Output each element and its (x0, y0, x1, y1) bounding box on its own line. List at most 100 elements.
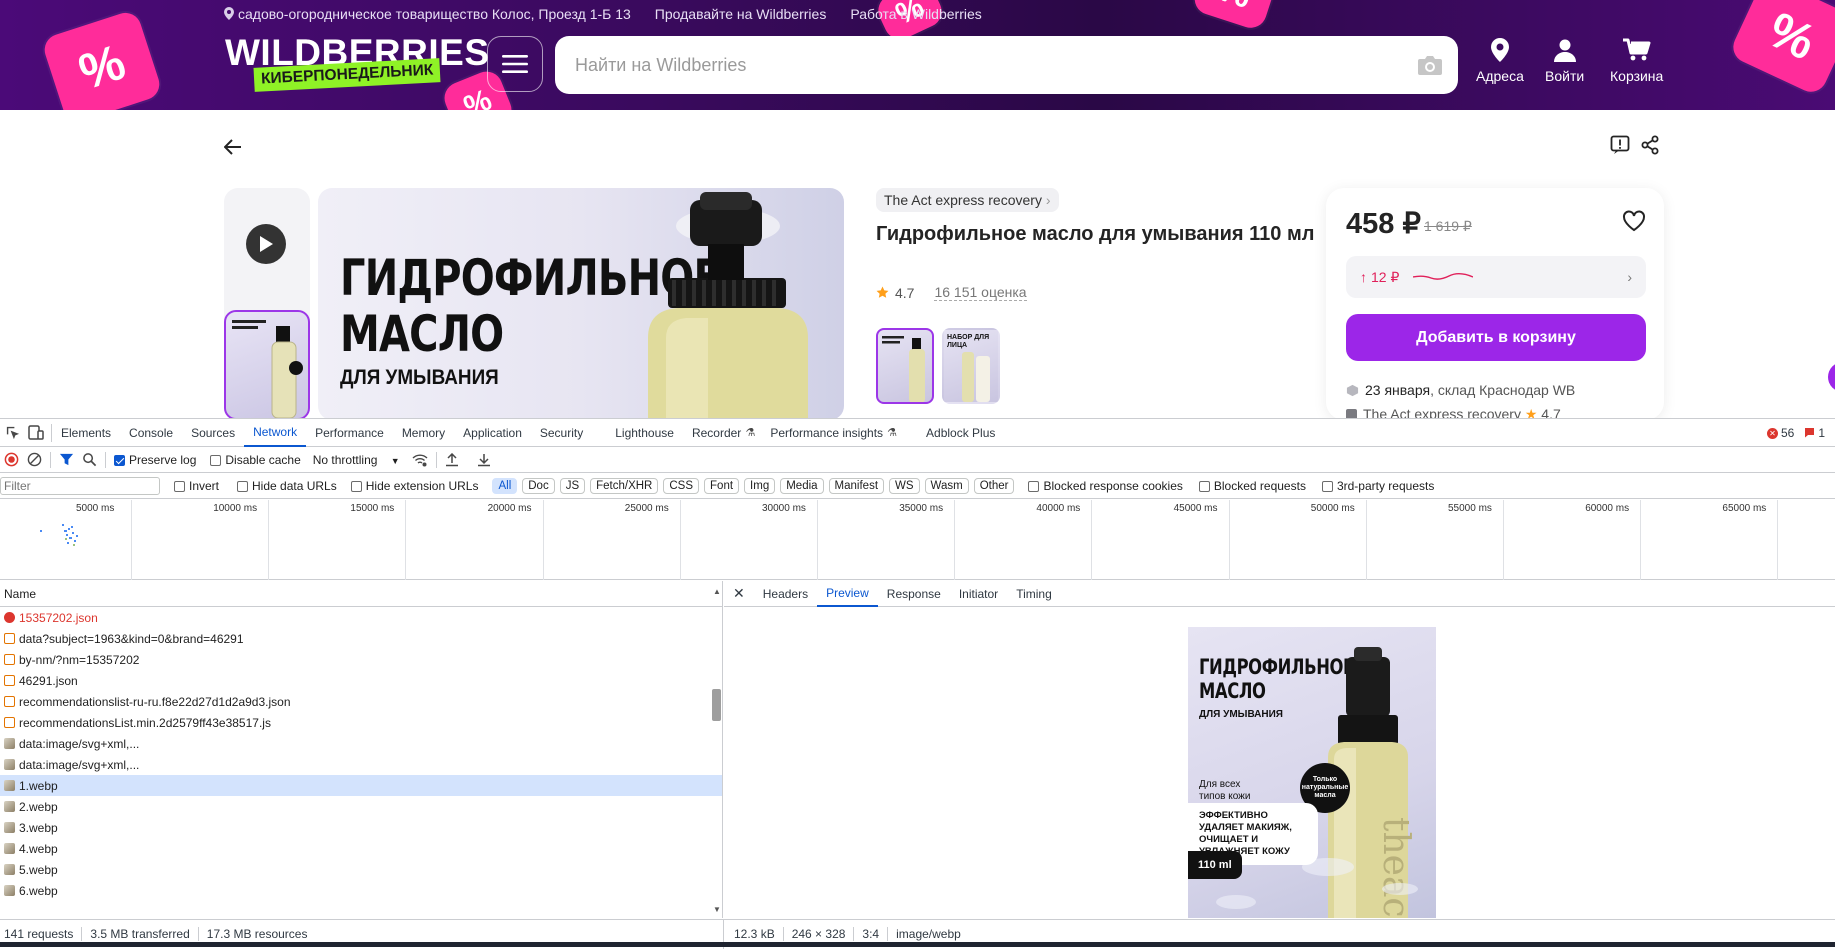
addresses-nav[interactable]: Адреса (1476, 38, 1524, 84)
address-link[interactable]: садово-огородническое товарищество Колос… (224, 6, 631, 22)
network-conditions-icon[interactable] (412, 453, 428, 467)
clear-icon[interactable] (27, 452, 42, 467)
devtools-tab-sources[interactable]: Sources (182, 419, 244, 447)
filter-chip-ws[interactable]: WS (889, 477, 920, 494)
request-row[interactable]: 6.webp (0, 880, 722, 901)
filter-chip-doc[interactable]: Doc (522, 477, 555, 494)
preserve-log-checkbox[interactable]: Preserve log (114, 453, 196, 467)
back-button[interactable] (223, 138, 242, 161)
blocked-requests-checkbox[interactable]: Blocked requests (1198, 479, 1306, 493)
search-input[interactable]: Найти на Wildberries (555, 36, 1458, 94)
request-row[interactable]: 3.webp (0, 817, 722, 838)
blocked-cookies-checkbox[interactable]: Blocked response cookies (1028, 479, 1183, 493)
add-to-cart-button[interactable]: Добавить в корзину (1346, 314, 1646, 361)
filter-chip-all[interactable]: All (492, 477, 518, 494)
detail-tab-response[interactable]: Response (878, 581, 950, 607)
devtools-tab-memory[interactable]: Memory (393, 419, 454, 447)
devtools-tab-recorder[interactable]: Recorder ⚗ (683, 419, 761, 447)
chat-bubble[interactable] (1828, 362, 1835, 392)
close-detail-button[interactable]: ✕ (724, 581, 754, 607)
devtools-tab-application[interactable]: Application (454, 419, 531, 447)
main-product-image[interactable]: ГИДРОФИЛЬНОЕ МАСЛО ДЛЯ УМЫВАНИЯ (318, 188, 844, 420)
download-icon[interactable] (477, 453, 491, 467)
disable-cache-checkbox[interactable]: Disable cache (210, 453, 301, 467)
error-icon (4, 612, 15, 623)
scroll-down-arrow[interactable]: ▼ (713, 905, 721, 914)
device-toolbar-button[interactable] (25, 423, 52, 442)
gallery-thumbnail[interactable] (224, 310, 310, 420)
devtools-tab-performance[interactable]: Performance (306, 419, 393, 447)
price-history-button[interactable]: ↑ 12 ₽ › (1346, 256, 1646, 298)
product-rating[interactable]: 4.7 16 151 оценка (876, 284, 1027, 301)
upload-icon[interactable] (445, 452, 459, 467)
login-nav[interactable]: Войти (1545, 38, 1584, 84)
variant-option[interactable] (876, 328, 934, 404)
request-row[interactable]: 1.webp (0, 775, 722, 796)
inspect-element-button[interactable] (0, 419, 25, 447)
hide-extension-urls-checkbox[interactable]: Hide extension URLs (350, 479, 478, 493)
request-row[interactable]: 46291.json (0, 670, 722, 691)
filter-chip-js[interactable]: JS (559, 477, 586, 494)
filter-chip-fetch-xhr[interactable]: Fetch/XHR (590, 477, 659, 494)
request-row[interactable]: by-nm/?nm=15357202 (0, 649, 722, 670)
request-row[interactable]: 5.webp (0, 859, 722, 880)
cart-nav[interactable]: Корзина (1610, 38, 1663, 84)
request-row[interactable]: recommendationslist-ru-ru.f8e22d27d1d2a9… (0, 691, 722, 712)
filter-chip-other[interactable]: Other (973, 477, 1015, 494)
third-party-checkbox[interactable]: 3rd-party requests (1321, 479, 1434, 493)
devtools-tab-security[interactable]: Security (531, 419, 592, 447)
filter-chip-media[interactable]: Media (780, 477, 824, 494)
filter-chip-img[interactable]: Img (744, 477, 776, 494)
devtools-tab-elements[interactable]: Elements (52, 419, 120, 447)
brand-link[interactable]: The Act express recovery › (876, 188, 1059, 212)
request-row[interactable]: data?subject=1963&kind=0&brand=46291 (0, 628, 722, 649)
request-rows: 15357202.json data?subject=1963&kind=0&br… (0, 607, 722, 901)
throttling-select[interactable]: No throttling ▼ (313, 453, 400, 467)
invert-checkbox[interactable]: Invert (174, 479, 219, 493)
devtools-tab-performance-insights[interactable]: Performance insights ⚗ (761, 419, 903, 447)
favorite-button[interactable] (1622, 210, 1646, 237)
devtools-tab-adblock-plus[interactable]: Adblock Plus (917, 419, 1004, 447)
variant-option[interactable]: НАБОР ДЛЯ ЛИЦА (942, 328, 1000, 404)
play-video-button[interactable] (246, 224, 286, 264)
request-name: 2.webp (19, 799, 58, 814)
timeline-tick-label: 15000 ms (350, 503, 395, 514)
request-row[interactable]: 2.webp (0, 796, 722, 817)
timeline-tick-label: 25000 ms (624, 503, 669, 514)
reviews-count[interactable]: 16 151 оценка (934, 284, 1027, 301)
filter-input[interactable] (0, 476, 160, 495)
hide-data-urls-checkbox[interactable]: Hide data URLs (237, 479, 337, 493)
sell-link[interactable]: Продавайте на Wildberries (655, 6, 827, 22)
menu-button[interactable] (487, 36, 543, 92)
detail-tab-preview[interactable]: Preview (817, 581, 878, 607)
request-row[interactable]: data:image/svg+xml,... (0, 754, 722, 775)
filter-chip-wasm[interactable]: Wasm (924, 477, 969, 494)
filter-chip-css[interactable]: CSS (663, 477, 700, 494)
request-name: 1.webp (19, 778, 58, 793)
request-row[interactable]: 4.webp (0, 838, 722, 859)
filter-chip-font[interactable]: Font (704, 477, 740, 494)
scrollbar-thumb[interactable] (712, 689, 721, 721)
request-row[interactable]: data:image/svg+xml,... (0, 733, 722, 754)
camera-icon[interactable] (1416, 53, 1444, 77)
filter-chip-manifest[interactable]: Manifest (828, 477, 885, 494)
issue-counters[interactable]: ✕ 56 1 (1766, 426, 1825, 440)
work-link[interactable]: Работа в Wildberries (850, 6, 981, 22)
detail-tab-headers[interactable]: Headers (754, 581, 817, 607)
devtools-tab-console[interactable]: Console (120, 419, 182, 447)
record-stop-icon[interactable] (4, 452, 19, 467)
report-icon[interactable] (1610, 135, 1630, 155)
devtools-tab-network[interactable]: Network (244, 419, 307, 447)
network-overview-timeline[interactable]: 5000 ms 10000 ms 15000 ms 20000 ms 25000 ms 3… (0, 500, 1835, 580)
share-icon[interactable] (1640, 135, 1660, 155)
filter-icon[interactable] (59, 452, 74, 467)
detail-tab-timing[interactable]: Timing (1007, 581, 1061, 607)
search-icon[interactable] (82, 452, 97, 467)
image-file-icon (4, 843, 15, 854)
detail-tab-initiator[interactable]: Initiator (950, 581, 1007, 607)
request-row[interactable]: recommendationsList.min.2d2579ff43e38517… (0, 712, 722, 733)
name-column-header[interactable]: Name (0, 581, 722, 607)
devtools-tab-lighthouse[interactable]: Lighthouse (606, 419, 683, 447)
scroll-up-arrow[interactable]: ▲ (713, 587, 721, 596)
request-row[interactable]: 15357202.json (0, 607, 722, 628)
